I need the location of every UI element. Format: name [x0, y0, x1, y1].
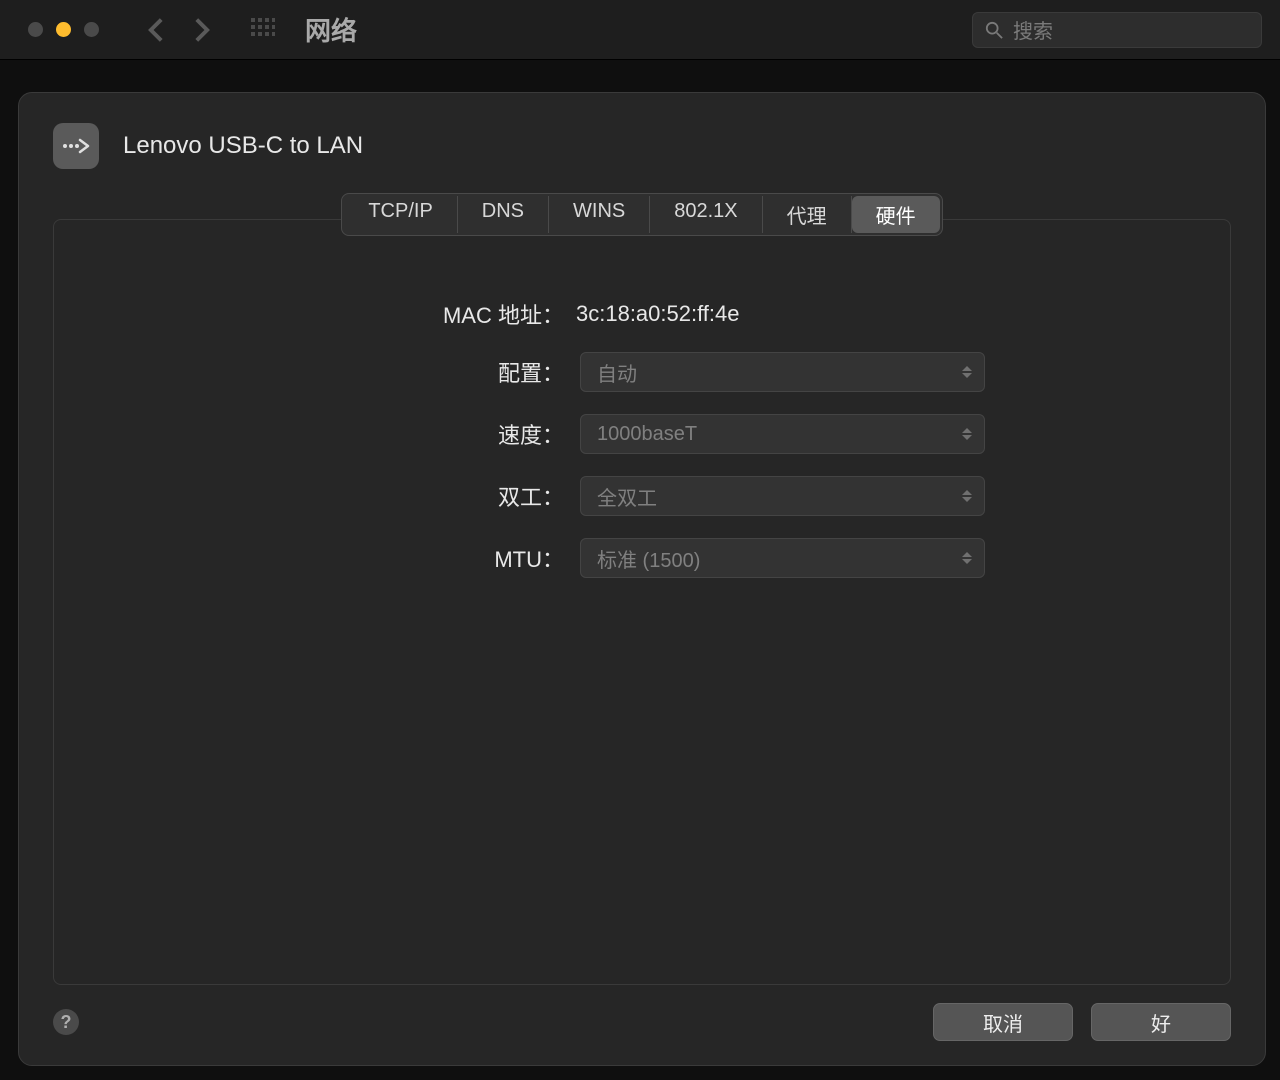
updown-icon: [962, 428, 972, 440]
window-title: 网络: [305, 11, 357, 48]
back-button[interactable]: [147, 17, 165, 43]
tab-8021x[interactable]: 802.1X: [650, 196, 762, 233]
interface-header: Lenovo USB-C to LAN: [53, 123, 1231, 169]
speed-select[interactable]: 1000baseT: [580, 414, 985, 454]
config-select[interactable]: 自动: [580, 352, 985, 392]
tab-tcpip[interactable]: TCP/IP: [344, 196, 457, 233]
dialog-footer: ? 取消 好: [53, 1003, 1231, 1041]
tab-hardware[interactable]: 硬件: [852, 196, 940, 233]
updown-icon: [962, 490, 972, 502]
interface-name: Lenovo USB-C to LAN: [123, 132, 363, 160]
speed-select-value: 1000baseT: [597, 423, 697, 446]
all-prefs-grid-icon[interactable]: [251, 18, 275, 42]
settings-panel: Lenovo USB-C to LAN TCP/IP DNS WINS 802.…: [18, 92, 1266, 1066]
forward-button[interactable]: [193, 17, 211, 43]
mtu-label: MTU：: [94, 542, 564, 574]
mac-address-label: MAC 地址：: [94, 298, 564, 330]
search-input[interactable]: 搜索: [972, 12, 1262, 48]
help-button[interactable]: ?: [53, 1009, 79, 1035]
duplex-select[interactable]: 全双工: [580, 476, 985, 516]
zoom-window-button[interactable]: [84, 22, 99, 37]
mac-address-value: 3c:18:a0:52:ff:4e: [576, 301, 740, 327]
ethernet-icon: [53, 123, 99, 169]
speed-label: 速度：: [94, 418, 564, 450]
close-window-button[interactable]: [28, 22, 43, 37]
mtu-select-value: 标准 (1500): [597, 544, 700, 573]
mtu-select[interactable]: 标准 (1500): [580, 538, 985, 578]
tab-bar: TCP/IP DNS WINS 802.1X 代理 硬件: [341, 193, 942, 236]
updown-icon: [962, 366, 972, 378]
config-select-value: 自动: [597, 358, 637, 387]
search-placeholder: 搜索: [1013, 15, 1053, 44]
minimize-window-button[interactable]: [56, 22, 71, 37]
window-controls: [28, 22, 99, 37]
tab-content: MAC 地址： 3c:18:a0:52:ff:4e 配置： 自动 速度： 100…: [53, 219, 1231, 985]
updown-icon: [962, 552, 972, 564]
tab-wins[interactable]: WINS: [549, 196, 650, 233]
duplex-select-value: 全双工: [597, 482, 657, 511]
duplex-label: 双工：: [94, 480, 564, 512]
tab-dns[interactable]: DNS: [458, 196, 549, 233]
config-label: 配置：: [94, 356, 564, 388]
ok-button[interactable]: 好: [1091, 1003, 1231, 1041]
nav-arrows: [147, 17, 211, 43]
tab-proxy[interactable]: 代理: [763, 196, 852, 233]
cancel-button[interactable]: 取消: [933, 1003, 1073, 1041]
toolbar: 网络 搜索: [0, 0, 1280, 60]
search-icon: [985, 21, 1003, 39]
